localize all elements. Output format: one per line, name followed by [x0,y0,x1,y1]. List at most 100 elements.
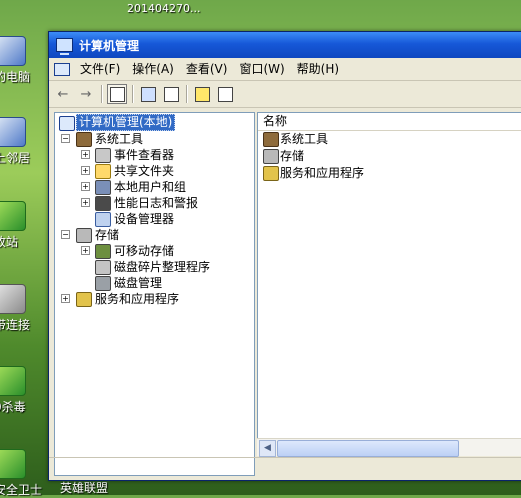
desktop-icon-label: 的电脑 [0,70,31,84]
show-hide-action-pane-button[interactable] [215,84,235,104]
back-arrow-icon: ← [57,86,69,102]
storage-icon [76,228,92,243]
console-tree[interactable]: 计算机管理(本地) − 系统工具 + 事件查看器 + 共享文件夹 + 本地用户和… [54,112,255,476]
help-icon [194,86,210,102]
back-button[interactable]: ← [53,84,73,104]
recycle-bin-icon [0,201,26,231]
scroll-left-arrow-icon[interactable]: ◀ [259,440,276,457]
scrollbar-thumb[interactable] [277,440,459,457]
desktop-file-label[interactable]: 201404270... [127,2,200,15]
computer-icon [59,116,75,131]
tree-node-services[interactable]: + 服务和应用程序 [55,291,254,307]
forward-button[interactable]: → [76,84,96,104]
expand-toggle[interactable]: + [61,294,70,303]
desktop-icon-recycle-bin[interactable]: 收站 [0,201,46,250]
computer-icon [0,36,26,66]
system-tools-icon [76,132,92,147]
forward-arrow-icon: → [80,86,92,102]
services-applications-icon [263,166,279,181]
tree-node-device-manager[interactable]: 设备管理器 [55,211,254,227]
desktop-icon-label: 安全卫士 [0,483,43,497]
list-item-label: 服务和应用程序 [280,166,365,180]
tree-node-defrag[interactable]: 磁盘碎片整理程序 [55,259,254,275]
column-header-name[interactable]: 名称 [258,113,521,131]
tree-node-disk-management[interactable]: 磁盘管理 [55,275,254,291]
event-viewer-icon [95,148,111,163]
tree-label: 设备管理器 [114,212,175,226]
mmc-document-icon[interactable] [54,62,70,76]
list-item[interactable]: 存储 [258,148,521,165]
tree-node-root[interactable]: 计算机管理(本地) [55,114,254,131]
disk-management-icon [95,276,111,291]
tree-label: 事件查看器 [114,148,175,162]
expand-toggle[interactable]: + [81,246,90,255]
tree-node-shared-folders[interactable]: + 共享文件夹 [55,163,254,179]
action-pane-icon [217,86,233,102]
expand-toggle[interactable]: + [81,150,90,159]
desktop-icon-label: 上邻居 [0,151,31,165]
defrag-icon [95,260,111,275]
tree-node-perf-logs[interactable]: + 性能日志和警报 [55,195,254,211]
tree-label: 磁盘管理 [114,276,163,290]
tree-label: 服务和应用程序 [95,292,180,306]
device-manager-icon [95,212,111,227]
tree-label: 存储 [95,228,120,242]
tree-label: 计算机管理(本地) [76,114,176,131]
menu-help[interactable]: 帮助(H) [291,60,345,78]
tree-node-removable-storage[interactable]: + 可移动存储 [55,243,254,259]
export-list-icon [163,86,179,102]
removable-storage-icon [95,244,111,259]
computer-management-window: 计算机管理 文件(F) 操作(A) 查看(V) 窗口(W) 帮助(H) ← → … [48,31,521,481]
horizontal-scrollbar[interactable]: ◀ [257,438,521,457]
tree-label: 系统工具 [95,132,144,146]
properties-button[interactable] [138,84,158,104]
export-list-button[interactable] [161,84,181,104]
expand-toggle[interactable]: + [81,198,90,207]
desktop-icon-antivirus[interactable]: 0杀毒 [0,366,46,415]
services-applications-icon [76,292,92,307]
desktop-icon-security-guard[interactable]: 安全卫士 [0,449,46,498]
collapse-toggle[interactable]: − [61,134,70,143]
menu-view[interactable]: 查看(V) [180,60,234,78]
menu-window[interactable]: 窗口(W) [233,60,290,78]
list-item[interactable]: 系统工具 [258,131,521,148]
list-item[interactable]: 服务和应用程序 [258,165,521,182]
taskbar-item-label[interactable]: 英雄联盟 [60,479,108,496]
desktop-icon-network[interactable]: 上邻居 [0,117,46,166]
tree-label: 性能日志和警报 [114,196,199,210]
list-item-label: 存储 [280,149,305,163]
desktop-icon-broadband[interactable]: 带连接 [0,284,46,333]
menu-file[interactable]: 文件(F) [74,60,126,78]
toolbar-separator [186,85,188,103]
desktop-icon-my-computer[interactable]: 的电脑 [0,36,46,85]
menu-action[interactable]: 操作(A) [126,60,180,78]
tree-node-event-viewer[interactable]: + 事件查看器 [55,147,254,163]
help-button[interactable] [192,84,212,104]
show-hide-console-tree-button[interactable] [107,84,127,104]
storage-icon [263,149,279,164]
tree-node-storage[interactable]: − 存储 [55,227,254,243]
details-pane[interactable]: 名称 系统工具 存储 服务和应用程序 [257,112,521,453]
tree-label: 本地用户和组 [114,180,187,194]
tree-label: 可移动存储 [114,244,175,258]
properties-icon [140,86,156,102]
tree-label: 共享文件夹 [114,164,175,178]
menu-bar: 文件(F) 操作(A) 查看(V) 窗口(W) 帮助(H) [49,58,521,81]
console-tree-icon [109,86,125,102]
tree-node-system-tools[interactable]: − 系统工具 [55,131,254,147]
window-title: 计算机管理 [79,38,140,53]
toolbar-separator [101,85,103,103]
desktop-icon-label: 0杀毒 [0,400,26,414]
desktop-icon-label: 收站 [0,235,19,249]
tree-node-local-users[interactable]: + 本地用户和组 [55,179,254,195]
collapse-toggle[interactable]: − [61,230,70,239]
desktop-icon-label: 带连接 [0,318,31,332]
list-item-label: 系统工具 [280,132,329,146]
status-bar [49,457,521,480]
performance-logs-icon [95,196,111,211]
title-bar[interactable]: 计算机管理 [49,32,521,58]
computer-management-icon [56,38,73,55]
expand-toggle[interactable]: + [81,166,90,175]
expand-toggle[interactable]: + [81,182,90,191]
tree-label: 磁盘碎片整理程序 [114,260,211,274]
